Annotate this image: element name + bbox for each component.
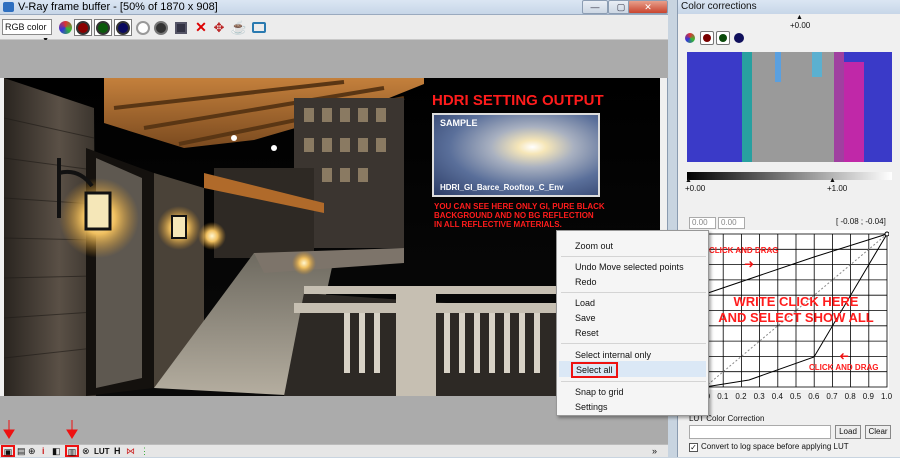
log-space-label: Convert to log space before applying LUT bbox=[701, 442, 849, 451]
levels-white-value: +1.00 bbox=[827, 184, 848, 193]
histogram bbox=[687, 52, 892, 162]
levels-top-value: +0.00 bbox=[790, 21, 811, 30]
pin-icon[interactable]: ✥ bbox=[210, 19, 228, 36]
annotation-main: WRITE CLICK HERE AND SELECT SHOW ALL bbox=[705, 294, 887, 326]
menu-separator bbox=[561, 256, 706, 257]
close-button[interactable]: ✕ bbox=[628, 0, 668, 14]
annotation-bottom: CLICK AND DRAG bbox=[809, 363, 879, 372]
x-tick-label: 0.6 bbox=[808, 392, 820, 401]
save-icon[interactable] bbox=[172, 19, 190, 36]
blue-channel-icon[interactable] bbox=[114, 19, 132, 36]
hdri-sample-preview: SAMPLE HDRI_GI_Barce_Rooftop_C_Env bbox=[432, 113, 600, 197]
panel-title: Color corrections bbox=[681, 1, 757, 12]
note-line-2: BACKGROUND AND NO BG REFLECTION bbox=[434, 211, 594, 220]
blue-curve-icon[interactable] bbox=[734, 33, 744, 43]
red-channel-icon[interactable] bbox=[74, 19, 92, 36]
lut-clear-button[interactable]: Clear bbox=[865, 425, 891, 439]
x-tick-label: 0.8 bbox=[844, 392, 856, 401]
menu-separator bbox=[561, 381, 706, 382]
x-tick-label: 0.2 bbox=[735, 392, 747, 401]
green-channel-icon[interactable] bbox=[94, 19, 112, 36]
curves-button[interactable]: ▥ bbox=[65, 445, 79, 457]
lut-button[interactable]: LUT bbox=[94, 446, 110, 457]
alpha-channel-icon[interactable] bbox=[134, 19, 152, 36]
red-curve-icon[interactable] bbox=[700, 31, 714, 45]
arrow-right-icon: ➜ bbox=[744, 257, 755, 271]
curve-readout: [ -0.08 ; -0.04] bbox=[836, 217, 886, 226]
lut-load-button[interactable]: Load bbox=[835, 425, 861, 439]
menu-item-select-all[interactable]: Select all bbox=[571, 362, 618, 378]
x-tick-label: 0.1 bbox=[717, 392, 729, 401]
info-icon[interactable]: i bbox=[42, 446, 45, 457]
histogram-graph bbox=[742, 52, 864, 162]
x-tick-label: 0.9 bbox=[862, 392, 874, 401]
menu-item-settings[interactable]: Settings bbox=[575, 402, 608, 412]
exposure-icon[interactable]: ⊗ bbox=[82, 446, 90, 457]
arrow-left-icon: ➜ bbox=[839, 349, 850, 363]
note-line-1: YOU CAN SEE HERE ONLY GI, PURE BLACK bbox=[434, 202, 605, 211]
levels-white-slider-icon[interactable]: ▲ bbox=[829, 177, 836, 184]
panel-title-bar: Color corrections bbox=[678, 0, 900, 14]
context-menu: Zoom out Undo Move selected points Redo … bbox=[556, 230, 709, 416]
channel-select-value: RGB color bbox=[5, 22, 47, 32]
color-corrections-toggle-button[interactable]: ▣ bbox=[1, 445, 15, 457]
lut-path-input[interactable] bbox=[689, 425, 831, 439]
vray-logo-icon bbox=[3, 2, 14, 12]
rgb-channel-icon[interactable] bbox=[685, 33, 695, 43]
hsl-button[interactable]: H bbox=[114, 446, 121, 457]
region-icon[interactable] bbox=[250, 19, 268, 36]
x-tick-label: 0.3 bbox=[753, 392, 765, 401]
curve-x-field[interactable]: 0.00 bbox=[689, 217, 716, 229]
minimize-button[interactable]: — bbox=[582, 0, 608, 14]
compare-icon[interactable]: ◧ bbox=[52, 446, 61, 457]
curve-y-field[interactable]: 0.00 bbox=[718, 217, 745, 229]
menu-separator bbox=[561, 292, 706, 293]
expand-icon[interactable]: » bbox=[652, 446, 657, 457]
clear-icon[interactable]: ✕ bbox=[192, 19, 210, 36]
levels-black-slider-icon[interactable]: ▲ bbox=[685, 177, 692, 184]
x-tick-label: 0.5 bbox=[790, 392, 802, 401]
menu-item-save[interactable]: Save bbox=[575, 313, 596, 323]
x-tick-label: 1.0 bbox=[881, 392, 893, 401]
curve-editor[interactable]: 1.00.90.80.70.60.50.40.30.20.10.0 0.00.1… bbox=[689, 230, 892, 401]
bottom-toolbar: ▣ ▤ ⊕ i ◧ ▥ ⊗ LUT H ⋈ ⋮ » bbox=[0, 444, 668, 457]
levels-top-slider-icon[interactable]: ▲ bbox=[796, 14, 803, 21]
menu-item-undo[interactable]: Undo Move selected points bbox=[575, 262, 684, 272]
ab-compare-icon[interactable]: ⋈ bbox=[126, 446, 135, 457]
toolbar: RGB color ▼ ✕ ✥ ☕ bbox=[0, 15, 668, 44]
annotation-top: CLICK AND DRAG bbox=[709, 246, 779, 255]
mono-channel-icon[interactable] bbox=[152, 19, 170, 36]
levels-black-value: +0.00 bbox=[685, 184, 706, 193]
menu-item-select-internal-only[interactable]: Select internal only bbox=[575, 350, 651, 360]
red-arrow-annotations bbox=[3, 420, 78, 439]
window-title: V-Ray frame buffer - [50% of 1870 x 908] bbox=[18, 1, 218, 13]
annotation-main-line-2: AND SELECT SHOW ALL bbox=[718, 310, 874, 325]
channel-icon[interactable] bbox=[56, 19, 74, 36]
log-space-checkbox[interactable]: ✓ bbox=[689, 443, 698, 452]
canvas-top-margin bbox=[0, 40, 668, 78]
x-tick-label: 0.4 bbox=[771, 392, 783, 401]
render-note: YOU CAN SEE HERE ONLY GI, PURE BLACK BAC… bbox=[434, 202, 605, 229]
note-line-3: IN ALL REFLECTIVE MATERIALS. bbox=[434, 220, 562, 229]
sample-label: SAMPLE bbox=[440, 118, 478, 128]
history-icon[interactable]: ⊕ bbox=[28, 446, 36, 457]
render-headline: HDRI SETTING OUTPUT bbox=[432, 92, 604, 109]
sample-name: HDRI_GI_Barce_Rooftop_C_Env bbox=[440, 183, 564, 192]
menu-item-reset[interactable]: Reset bbox=[575, 328, 599, 338]
menu-item-zoom-out[interactable]: Zoom out bbox=[575, 241, 613, 251]
x-tick-label: 0.7 bbox=[826, 392, 838, 401]
lut-icon[interactable]: ▤ bbox=[17, 446, 26, 457]
annotation-main-line-1: WRITE CLICK HERE bbox=[733, 294, 859, 309]
color-corrections-panel: Color corrections ▲ +0.00 ▲ ▲ +0.00 +1.0… bbox=[677, 0, 900, 457]
menu-separator bbox=[561, 343, 706, 344]
green-curve-icon[interactable] bbox=[716, 31, 730, 45]
channel-select[interactable]: RGB color ▼ bbox=[2, 19, 52, 44]
levels-gradient bbox=[687, 172, 892, 180]
title-bar: V-Ray frame buffer - [50% of 1870 x 908]… bbox=[0, 0, 668, 15]
menu-item-snap-to-grid[interactable]: Snap to grid bbox=[575, 387, 624, 397]
menu-item-load[interactable]: Load bbox=[575, 298, 595, 308]
levels-icon[interactable]: ⋮ bbox=[140, 446, 149, 457]
teapot-icon[interactable]: ☕ bbox=[230, 19, 248, 36]
menu-item-redo[interactable]: Redo bbox=[575, 277, 597, 287]
